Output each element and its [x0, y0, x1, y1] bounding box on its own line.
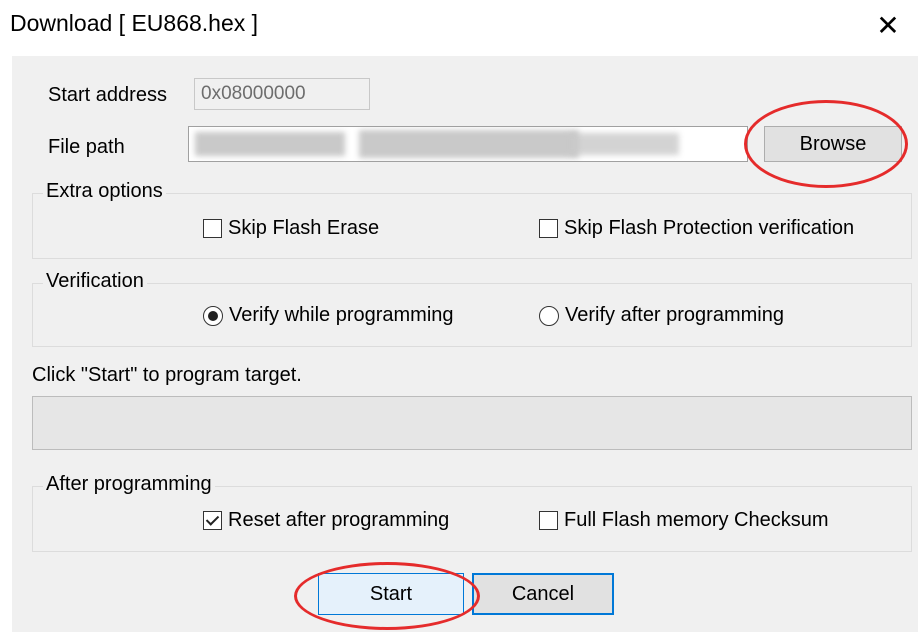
- verify-while-option[interactable]: Verify while programming: [203, 304, 454, 327]
- start-address-field: 0x08000000: [194, 78, 370, 110]
- reset-after-label: Reset after programming: [228, 509, 450, 531]
- start-address-label: Start address: [48, 84, 167, 106]
- full-checksum-label: Full Flash memory Checksum: [564, 509, 829, 531]
- close-icon[interactable]: ✕: [866, 4, 910, 46]
- skip-protection-option[interactable]: Skip Flash Protection verification: [539, 217, 854, 240]
- redacted-path-segment: [195, 132, 345, 156]
- extra-options-legend: Extra options: [43, 180, 166, 203]
- progress-bar: [32, 396, 912, 450]
- verify-after-label: Verify after programming: [565, 304, 784, 326]
- title-bar: Download [ EU868.hex ] ✕: [0, 0, 918, 52]
- extra-options-group: Extra options Skip Flash Erase Skip Flas…: [32, 180, 912, 259]
- skip-flash-erase-checkbox[interactable]: [203, 219, 222, 238]
- verify-after-option[interactable]: Verify after programming: [539, 304, 784, 327]
- verify-after-radio[interactable]: [539, 305, 559, 326]
- skip-protection-label: Skip Flash Protection verification: [564, 217, 855, 239]
- start-button[interactable]: Start: [318, 573, 464, 615]
- redacted-path-segment: [569, 133, 679, 155]
- status-message: Click "Start" to program target.: [32, 364, 302, 386]
- file-path-input[interactable]: [188, 126, 748, 162]
- after-programming-group: After programming Reset after programmin…: [32, 473, 912, 552]
- verify-while-radio[interactable]: [203, 305, 223, 326]
- verify-while-label: Verify while programming: [229, 304, 454, 326]
- skip-protection-checkbox[interactable]: [539, 219, 558, 238]
- reset-after-checkbox[interactable]: [203, 511, 222, 530]
- full-checksum-checkbox[interactable]: [539, 511, 558, 530]
- verification-legend: Verification: [43, 270, 147, 293]
- reset-after-option[interactable]: Reset after programming: [203, 509, 449, 532]
- skip-flash-erase-option[interactable]: Skip Flash Erase: [203, 217, 379, 240]
- file-path-label: File path: [48, 136, 125, 158]
- verification-group: Verification Verify while programming Ve…: [32, 270, 912, 347]
- dialog-body: Start address 0x08000000 File path Brows…: [12, 56, 918, 632]
- cancel-button[interactable]: Cancel: [472, 573, 614, 615]
- after-programming-legend: After programming: [43, 473, 215, 496]
- full-checksum-option[interactable]: Full Flash memory Checksum: [539, 509, 829, 532]
- browse-button[interactable]: Browse: [764, 126, 902, 162]
- window-title: Download [ EU868.hex ]: [10, 10, 259, 36]
- redacted-path-segment: [359, 130, 579, 158]
- skip-flash-erase-label: Skip Flash Erase: [228, 217, 380, 239]
